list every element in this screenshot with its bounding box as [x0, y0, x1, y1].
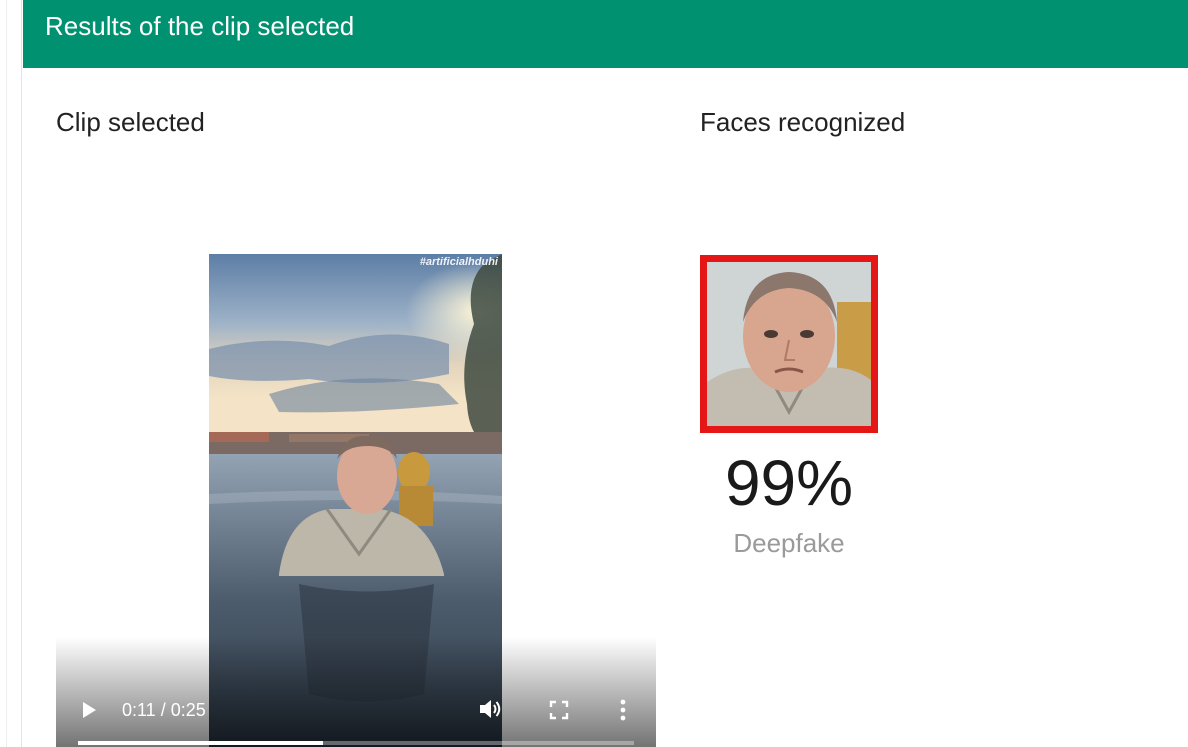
- verdict-label: Deepfake: [733, 528, 845, 558]
- mute-button[interactable]: [478, 697, 504, 721]
- time-display: 0:11 / 0:25: [122, 700, 206, 720]
- deepfake-score: 99%: [724, 447, 854, 519]
- recognized-face-thumbnail[interactable]: [700, 255, 878, 433]
- play-icon: [83, 702, 96, 718]
- volume-icon: [480, 700, 501, 718]
- video-player[interactable]: #artificialhduhi 0:11 / 0:25: [56, 254, 656, 747]
- controls-overlay: [56, 637, 656, 747]
- progress-fill: [78, 741, 323, 745]
- progress-bar[interactable]: [78, 741, 634, 745]
- more-vert-icon: [620, 699, 626, 721]
- fullscreen-icon: [549, 700, 569, 720]
- video-watermark: #artificialhduhi: [419, 256, 498, 268]
- more-options-button[interactable]: [614, 698, 632, 722]
- results-panel: Results of the clip selected Clip select…: [23, 0, 1188, 747]
- faces-recognized-heading: Faces recognized: [700, 107, 906, 137]
- clip-selected-heading: Clip selected: [56, 107, 205, 137]
- play-button[interactable]: [78, 699, 100, 721]
- left-gutter: [0, 0, 22, 747]
- panel-header: Results of the clip selected: [23, 0, 1188, 68]
- panel-title: Results of the clip selected: [45, 11, 355, 41]
- fullscreen-button[interactable]: [548, 699, 570, 721]
- face-image: [707, 262, 871, 426]
